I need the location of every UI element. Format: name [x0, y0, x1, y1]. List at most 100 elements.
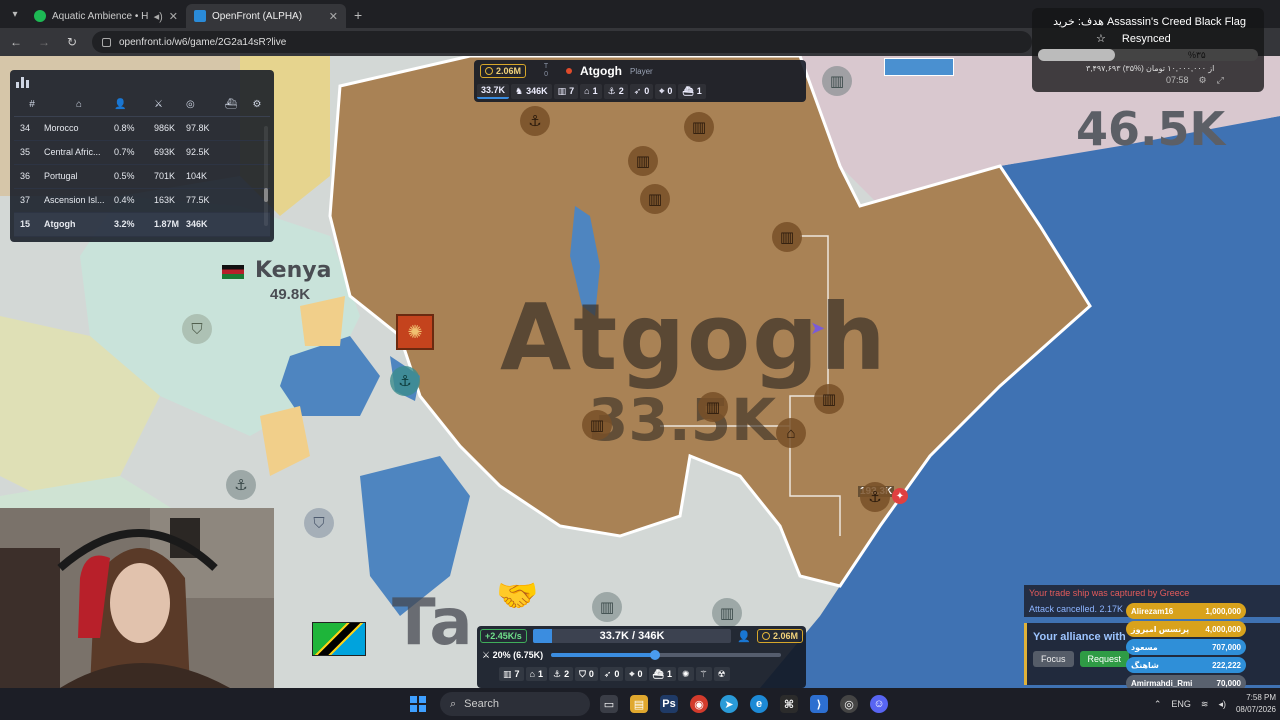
table-row[interactable]: 36 Portugal 0.5% 701K 104K: [14, 164, 270, 189]
capcut-icon[interactable]: ⌘: [780, 695, 798, 713]
silos-stat: ⌖ 0: [655, 83, 677, 99]
build-factory-button[interactable]: ⌂ 1: [525, 667, 547, 681]
factory-icon: ⌂: [584, 86, 590, 96]
city-icon[interactable]: ▥: [684, 112, 714, 142]
table-row-current-player[interactable]: 15 Atgogh 3.2% 1.87M 346K: [14, 212, 270, 237]
reload-icon[interactable]: ↻: [64, 35, 80, 49]
rank-header[interactable]: #: [14, 94, 44, 117]
settings-header-icon[interactable]: ⚙: [244, 94, 270, 117]
port-icon[interactable]: ⚓: [860, 482, 890, 512]
atom-icon: ✺: [681, 668, 690, 679]
row-pct: 0.8%: [114, 116, 154, 141]
gear-icon[interactable]: ⚙: [1199, 75, 1207, 86]
atom-bomb-button[interactable]: ✺: [677, 667, 694, 681]
wifi-icon[interactable]: ≋: [1201, 699, 1209, 710]
count: 0: [637, 669, 643, 679]
speaker-icon[interactable]: ◂): [154, 10, 163, 23]
port-icon[interactable]: ⚓: [390, 366, 420, 396]
forward-icon[interactable]: →: [36, 35, 52, 49]
player-name: Atgogh: [580, 64, 622, 78]
factory-icon[interactable]: ⌂: [776, 418, 806, 448]
language-indicator[interactable]: ENG: [1171, 699, 1191, 709]
overlay-time: 07:58: [1166, 75, 1189, 85]
city-icon[interactable]: ▥: [712, 598, 742, 628]
port-icon[interactable]: ⚓: [520, 106, 550, 136]
defense-post-icon[interactable]: ⛉: [304, 508, 334, 538]
city-icon[interactable]: ▥: [628, 146, 658, 176]
build-warship-button[interactable]: ⛴ 1: [648, 667, 676, 681]
goal-text: هدف: خرید Assassin's Creed Black Flag: [1053, 16, 1246, 28]
new-tab-icon[interactable]: +: [354, 7, 362, 23]
city-icon[interactable]: ▥: [772, 222, 802, 252]
attack-ratio-slider[interactable]: [551, 650, 782, 660]
hydrogen-bomb-button[interactable]: ☢: [713, 667, 730, 681]
url-field[interactable]: openfront.io/w6/game/2G2a14sR?live: [92, 31, 1032, 53]
warship-icon: ⛴: [652, 668, 664, 679]
leaderboard-scrollbar[interactable]: [264, 126, 268, 226]
anchor-icon: ⚓: [552, 668, 562, 679]
slider-handle[interactable]: [649, 650, 660, 660]
city-icon[interactable]: ▥: [640, 184, 670, 214]
missiles-stat: ➶ 0: [629, 83, 654, 99]
clock[interactable]: 7:58 PM 08/07/2026: [1236, 692, 1276, 716]
chart-icon[interactable]: [16, 76, 30, 88]
city-icon[interactable]: ▥: [582, 410, 612, 440]
gold-header-icon[interactable]: ◎: [186, 94, 218, 117]
site-info-icon[interactable]: [102, 37, 111, 47]
build-city-button[interactable]: ▥ 7: [499, 667, 524, 681]
leaderboard-header: [10, 70, 274, 94]
city-icon[interactable]: ▥: [822, 66, 852, 96]
defense-post-icon[interactable]: ⛉: [182, 314, 212, 344]
table-row[interactable]: 37 Ascension Isl... 0.4% 163K 77.5K: [14, 188, 270, 213]
volume-icon[interactable]: ◂): [1218, 699, 1226, 710]
city-icon[interactable]: ▥: [698, 392, 728, 422]
focus-button[interactable]: Focus: [1033, 651, 1074, 667]
file-explorer-icon[interactable]: ▤: [630, 695, 648, 713]
chrome-icon[interactable]: ◉: [690, 695, 708, 713]
donor-amount: 222,222: [1212, 660, 1241, 670]
tab-openfront[interactable]: OpenFront (ALPHA) ✕: [186, 4, 346, 28]
edge-icon[interactable]: e: [750, 695, 768, 713]
expand-icon[interactable]: ⤢: [1217, 75, 1224, 86]
spotify-icon: [34, 10, 46, 22]
task-view-icon[interactable]: ▭: [600, 695, 618, 713]
close-tab-icon[interactable]: ✕: [169, 10, 178, 23]
tab-search-icon[interactable]: ▾: [4, 3, 26, 25]
back-icon[interactable]: ←: [8, 35, 24, 49]
ships-header-icon[interactable]: ⛴: [218, 94, 244, 117]
table-row[interactable]: 35 Central Afric... 0.7% 693K 92.5K: [14, 140, 270, 165]
trade-ship-icon[interactable]: ✦: [892, 488, 908, 504]
close-tab-icon[interactable]: ✕: [329, 10, 338, 23]
taskbar-search[interactable]: ⌕ Search: [440, 692, 590, 716]
table-row[interactable]: 34 Morocco 0.8% 986K 97.8K: [14, 116, 270, 141]
search-icon: ⌕: [450, 697, 457, 710]
tab-aquatic-ambience[interactable]: Aquatic Ambience • Helyni ◂) ✕: [26, 4, 186, 28]
row-pct: 0.5%: [114, 164, 154, 189]
mirv-button[interactable]: ⚚: [695, 667, 712, 681]
map-label-player-value: 33.5K: [588, 386, 777, 454]
player-info-bar: 2.06M T0 Atgogh Player 33.7K ♞ 346K ▥ 7 ⌂ 1…: [474, 60, 806, 102]
row-troops: 77.5K: [186, 188, 218, 213]
build-defense-button[interactable]: ⛉ 0: [575, 667, 598, 681]
obs-icon[interactable]: ◎: [840, 695, 858, 713]
request-button[interactable]: Request: [1079, 651, 1130, 667]
windows-start-icon[interactable]: [410, 696, 426, 712]
star-icon: ☆: [1096, 33, 1106, 45]
build-missile-button[interactable]: ➶ 0: [599, 667, 624, 681]
port-icon[interactable]: ⚓: [226, 470, 256, 500]
silo-icon: ⌖: [659, 85, 665, 96]
player-header-icon[interactable]: 👤: [114, 94, 154, 117]
city-icon[interactable]: ▥: [592, 592, 622, 622]
telegram-icon[interactable]: ➤: [720, 695, 738, 713]
discord-icon[interactable]: ☺: [870, 695, 888, 713]
build-silo-button[interactable]: ⌖ 0: [625, 667, 647, 681]
factories-value: 1: [592, 86, 598, 96]
photoshop-icon[interactable]: Ps: [660, 695, 678, 713]
building-header-icon[interactable]: ⌂: [44, 94, 114, 117]
build-port-button[interactable]: ⚓ 2: [548, 667, 574, 681]
vscode-icon[interactable]: ⟩: [810, 695, 828, 713]
troops-header-icon[interactable]: ⚔: [154, 94, 186, 117]
count: 2: [564, 669, 570, 679]
city-icon[interactable]: ▥: [814, 384, 844, 414]
tray-chevron-icon[interactable]: ⌃: [1154, 699, 1162, 710]
